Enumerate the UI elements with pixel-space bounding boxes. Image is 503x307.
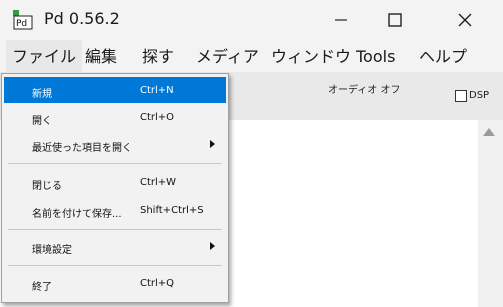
menu-item-open[interactable]: 開く Ctrl+O — [4, 104, 226, 130]
menu-window[interactable]: ウィンドウ — [265, 40, 357, 72]
submenu-arrow-icon — [210, 140, 215, 148]
menu-item-quit[interactable]: 終了 Ctrl+Q — [4, 270, 226, 296]
menu-edit[interactable]: 編集 — [79, 40, 123, 72]
minimize-icon — [335, 19, 347, 21]
menu-item-open-recent[interactable]: 最近使った項目を開く — [4, 131, 226, 157]
menu-item-label: 環境設定 — [32, 245, 72, 256]
menu-help[interactable]: ヘルプ — [413, 40, 473, 72]
menu-item-shortcut: Shift+Ctrl+S — [140, 205, 204, 216]
menu-item-close[interactable]: 閉じる Ctrl+W — [4, 169, 226, 195]
pd-app-icon: Pd — [13, 10, 33, 30]
menu-tools[interactable]: Tools — [350, 40, 401, 72]
menu-item-label: 名前を付けて保存... — [32, 209, 122, 220]
window-title: Pd 0.56.2 — [44, 9, 120, 28]
menu-item-save-as[interactable]: 名前を付けて保存... Shift+Ctrl+S — [4, 197, 226, 223]
menu-item-label: 終了 — [32, 282, 52, 293]
maximize-button[interactable] — [372, 0, 418, 40]
scroll-up-icon[interactable] — [483, 128, 495, 136]
menu-find[interactable]: 探す — [136, 40, 180, 72]
dsp-checkbox[interactable] — [455, 90, 467, 102]
minimize-button[interactable] — [318, 0, 364, 40]
menu-item-new[interactable]: 新規 Ctrl+N — [4, 77, 226, 103]
menu-item-shortcut: Ctrl+Q — [140, 278, 175, 289]
title-bar: Pd Pd 0.56.2 — [0, 0, 503, 40]
menu-media[interactable]: メディア — [190, 40, 265, 72]
menu-item-shortcut: Ctrl+N — [140, 85, 174, 96]
dsp-label: DSP — [469, 90, 490, 101]
menu-item-shortcut: Ctrl+W — [140, 177, 177, 188]
file-menu-dropdown: 新規 Ctrl+N 開く Ctrl+O 最近使った項目を開く 閉じる Ctrl+… — [1, 73, 229, 303]
menu-file[interactable]: ファイル — [6, 40, 83, 72]
menu-item-label: 開く — [32, 116, 52, 127]
console-scrollbar[interactable] — [478, 120, 503, 307]
submenu-arrow-icon — [210, 242, 215, 250]
menu-item-label: 最近使った項目を開く — [32, 143, 132, 154]
svg-text:Pd: Pd — [16, 19, 27, 29]
menu-item-preferences[interactable]: 環境設定 — [4, 233, 226, 259]
menu-item-label: 閉じる — [32, 181, 62, 192]
menu-separator — [8, 163, 222, 164]
menu-separator — [8, 265, 222, 266]
menu-item-shortcut: Ctrl+O — [140, 112, 175, 123]
menu-separator — [8, 229, 222, 230]
maximize-icon — [388, 13, 402, 27]
menu-bar: ファイル 編集 探す メディア ウィンドウ Tools ヘルプ — [0, 40, 503, 72]
audio-status: オーディオ オフ — [328, 85, 401, 96]
close-icon — [458, 13, 472, 27]
close-button[interactable] — [442, 0, 488, 40]
menu-item-label: 新規 — [32, 89, 52, 100]
